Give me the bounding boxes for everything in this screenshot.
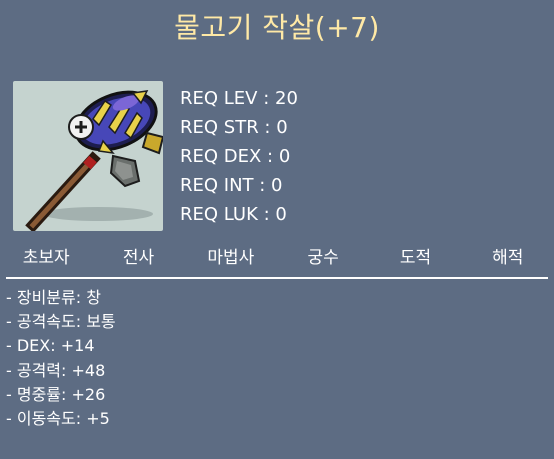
stat-speed: - 이동속도: +5 bbox=[6, 408, 110, 428]
item-title: 물고기 작살(+7) bbox=[174, 11, 380, 44]
req-luk: REQ LUK : 0 bbox=[180, 204, 287, 225]
item-tooltip: 물고기 작살(+7) REQ LEV: 20 REQ STR: 0 REQ … bbox=[0, 0, 554, 459]
job-bowman: 궁수 bbox=[307, 248, 339, 268]
req-level: REQ LEV : 20 bbox=[180, 88, 298, 109]
stat-attack-speed: - 공격속도: 보통 bbox=[6, 312, 116, 332]
stat-accuracy: - 명중률: +26 bbox=[6, 384, 106, 404]
requirement-list: REQ LEV : 20 REQ STR : 0 REQ DEX : 0 REQ… bbox=[180, 84, 298, 229]
job-magician: 마법사 bbox=[207, 248, 255, 268]
job-thief: 도적 bbox=[399, 248, 432, 268]
req-dex: REQ DEX : 0 bbox=[180, 146, 291, 167]
job-beginner: 초보자 bbox=[22, 248, 70, 268]
job-pirate: 해적 bbox=[492, 248, 524, 268]
stat-list: - 장비분류: 창 - 공격속도: 보통 - DEX: +14 - 공격력: +… bbox=[6, 286, 116, 431]
stat-dex: - DEX: +14 bbox=[6, 336, 95, 356]
divider bbox=[6, 277, 548, 279]
req-str: REQ STR : 0 bbox=[180, 117, 288, 138]
stat-attack: - 공격력: +48 bbox=[6, 360, 106, 380]
item-icon-frame bbox=[13, 81, 163, 231]
req-int: REQ INT : 0 bbox=[180, 175, 283, 196]
stat-category: - 장비분류: 창 bbox=[6, 288, 101, 307]
job-list: 초보자 전사 마법사 궁수 도적 해적 bbox=[0, 243, 554, 273]
job-warrior: 전사 bbox=[122, 248, 155, 268]
fish-harpoon-icon bbox=[25, 90, 163, 231]
